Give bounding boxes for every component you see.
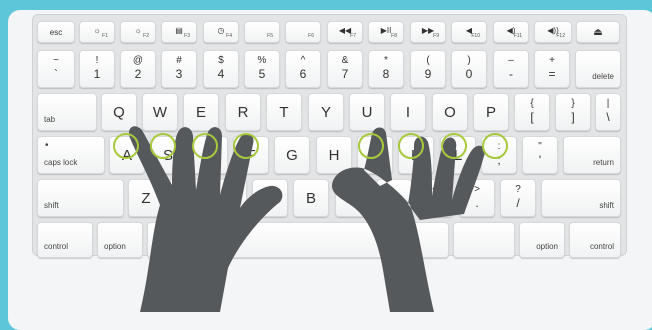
home-ring-semicolon	[482, 133, 508, 159]
home-ring-j	[358, 133, 384, 159]
home-ring-l	[441, 133, 467, 159]
home-ring-a	[113, 133, 139, 159]
hands-illustration	[128, 126, 485, 312]
home-ring-s	[150, 133, 176, 159]
home-ring-d	[192, 133, 218, 159]
home-ring-f	[233, 133, 259, 159]
home-ring-k	[398, 133, 424, 159]
